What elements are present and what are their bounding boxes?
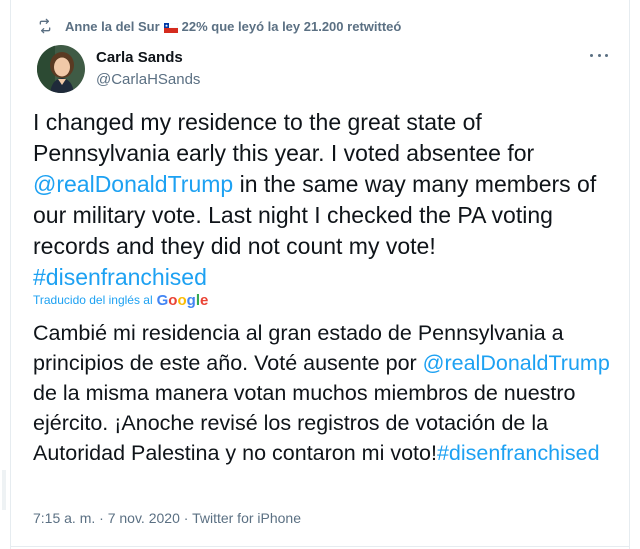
edge-shadow (2, 470, 6, 510)
avatar[interactable] (37, 45, 85, 93)
tweet-time[interactable]: 7:15 a. m. (33, 510, 95, 526)
retweeter-name-suffix[interactable]: 22% que leyó la ley 21.200 (182, 19, 344, 34)
chile-flag-icon (163, 21, 178, 33)
author-name[interactable]: Carla Sands (96, 48, 200, 68)
retweeter-name[interactable]: Anne la del Sur (65, 19, 160, 34)
left-border (10, 0, 11, 549)
retweet-action-label: retwitteó (347, 18, 402, 34)
hashtag-link[interactable]: #disenfranchised (33, 264, 207, 290)
tweet-text-part1: I changed my residence to the great stat… (33, 109, 535, 166)
tweet-text: I changed my residence to the great stat… (33, 107, 613, 293)
tweet-metadata: 7:15 a. m. · 7 nov. 2020 · Twitter for i… (33, 510, 301, 526)
retweet-context[interactable]: Anne la del Sur 22% que leyó la ley 21.2… (37, 16, 401, 36)
tweet-date[interactable]: 7 nov. 2020 (108, 510, 180, 526)
more-options-icon[interactable] (590, 50, 608, 60)
translation-mention-link[interactable]: @realDonaldTrump (423, 351, 610, 375)
translation-hashtag-link[interactable]: #disenfranchised (437, 441, 600, 465)
meta-separator-2: · (183, 510, 189, 526)
translation-attribution[interactable]: Traducido del inglés al Google (33, 290, 208, 310)
meta-separator: · (99, 510, 104, 526)
right-border (629, 0, 630, 549)
translated-text: Cambié mi residencia al gran estado de P… (33, 318, 623, 468)
retweet-icon (37, 18, 53, 34)
mention-link[interactable]: @realDonaldTrump (33, 171, 233, 197)
translation-label: Traducido del inglés al (33, 293, 153, 307)
author-block[interactable]: Carla Sands @CarlaHSands (96, 48, 200, 90)
google-logo: Google (156, 291, 209, 309)
tweet-source[interactable]: Twitter for iPhone (192, 510, 301, 526)
bottom-divider (10, 546, 630, 547)
author-handle[interactable]: @CarlaHSands (96, 70, 200, 90)
